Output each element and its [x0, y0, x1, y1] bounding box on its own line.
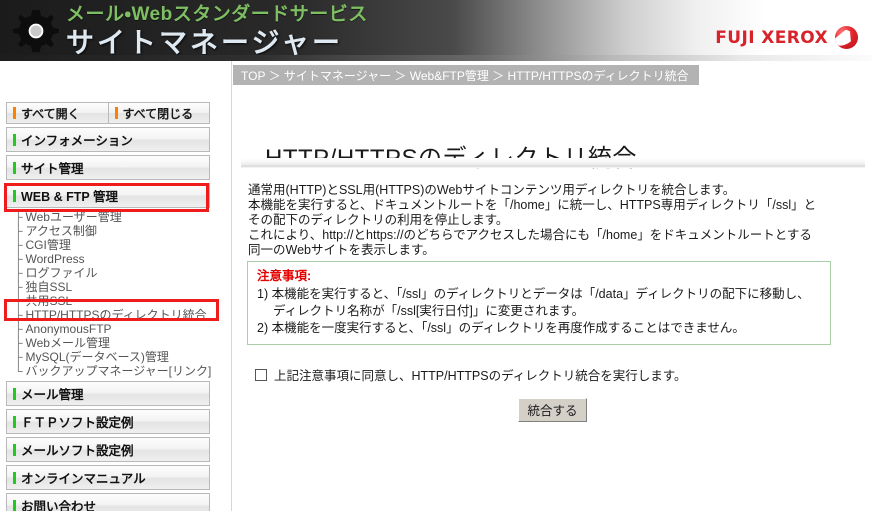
- expand-all-label: すべて開く: [21, 106, 80, 121]
- page-root: メール・Webスタンダードサービス サイトマネージャー FUJI XEROX す…: [0, 0, 872, 511]
- submit-row: 統合する: [233, 398, 872, 422]
- tree-branch-icon: ├: [14, 224, 23, 238]
- sidebar-item-web-ftp-management[interactable]: WEB & FTP 管理: [6, 183, 210, 208]
- sidebar-subitem-label: MySQL(データベース)管理: [25, 350, 169, 364]
- sidebar-subitem-logfile[interactable]: ├ ログファイル: [14, 266, 210, 280]
- sidebar-item-label: インフォメーション: [21, 134, 133, 148]
- tree-branch-icon: ├: [14, 322, 23, 336]
- notice-line: 1) 本機能を実行すると、「/ssl」のディレクトリとデータは「/data」ディ…: [257, 287, 810, 301]
- sidebar-nav: すべて開く すべて閉じる インフォメーション サイト管理 WEB & FTP 管…: [6, 102, 212, 511]
- sidebar-item-label: WEB & FTP 管理: [21, 190, 118, 204]
- sidebar-subitem-access-control[interactable]: ├ アクセス制御: [14, 224, 210, 238]
- sidebar-subitem-label: アクセス制御: [25, 224, 97, 238]
- bullet-bar-icon: [13, 189, 16, 202]
- agree-label: 上記注意事項に同意し、HTTP/HTTPSのディレクトリ統合を実行します。: [274, 369, 687, 383]
- sidebar-subitem-anonymous-ftp[interactable]: ├ AnonymousFTP: [14, 322, 210, 336]
- brand-subtitle: メール・Webスタンダードサービス: [66, 4, 368, 25]
- sidebar-item-site-management[interactable]: サイト管理: [6, 155, 210, 180]
- bullet-bar-icon: [13, 443, 16, 456]
- sidebar-item-label: オンラインマニュアル: [21, 472, 146, 486]
- tree-branch-icon: ├: [14, 294, 23, 308]
- sidebar-item-contact[interactable]: お問い合わせ: [6, 493, 210, 511]
- sidebar-toggle-row: すべて開く すべて閉じる: [6, 102, 210, 124]
- collapse-all-button[interactable]: すべて閉じる: [108, 102, 210, 124]
- sidebar-subitem-label: WordPress: [25, 252, 85, 266]
- bullet-bar-icon: [13, 133, 16, 146]
- collapse-all-label: すべて閉じる: [122, 106, 194, 121]
- site-header: メール・Webスタンダードサービス サイトマネージャー FUJI XEROX: [0, 0, 872, 61]
- sidebar-subitem-label: CGI管理: [25, 238, 71, 252]
- bullet-bar-icon: [13, 387, 16, 400]
- sidebar-item-label: メールソフト設定例: [21, 444, 134, 458]
- tree-branch-icon: ├: [14, 252, 23, 266]
- notice-title: 注意事項:: [257, 269, 312, 283]
- sidebar-subitem-label: Webメール管理: [25, 336, 110, 350]
- bullet-bar-icon: [13, 471, 16, 484]
- expand-all-button[interactable]: すべて開く: [6, 102, 109, 124]
- fuji-xerox-logo: FUJI XEROX: [715, 26, 858, 49]
- bullet-bar-icon: [114, 107, 118, 119]
- sidebar-item-label: お問い合わせ: [21, 500, 97, 511]
- description-line: 本機能を実行すると、ドキュメントルートを「/home」に統一し、HTTPS専用デ…: [248, 198, 817, 212]
- description-line: 同一のWebサイトを表示します。: [248, 243, 435, 257]
- sidebar-subitem-label: バックアップマネージャー[リンク]: [25, 364, 212, 378]
- tree-branch-icon: ├: [14, 350, 23, 364]
- sidebar-subitem-label: HTTP/HTTPSのディレクトリ統合: [25, 308, 207, 322]
- xerox-ball-icon: [835, 26, 858, 49]
- sidebar-subitem-label: ログファイル: [25, 266, 98, 280]
- gear-icon: [13, 9, 59, 53]
- description-line: これにより、http://とhttps://のどちらでアクセスした場合にも「/h…: [248, 228, 812, 242]
- fuji-xerox-wordmark: FUJI XEROX: [715, 27, 828, 48]
- sidebar-subitem-label: 独自SSL: [25, 280, 73, 294]
- sidebar-submenu-web-ftp: ├ Webユーザー管理 ├ アクセス制御 ├ CGI管理 ├ WordPress ├ ログ…: [6, 210, 212, 378]
- sidebar-subitem-label: 共用SSL: [25, 294, 73, 308]
- agree-checkbox-row[interactable]: 上記注意事項に同意し、HTTP/HTTPSのディレクトリ統合を実行します。: [255, 365, 686, 384]
- sidebar-subitem-web-user[interactable]: ├ Webユーザー管理: [14, 210, 210, 224]
- tree-branch-icon: ├: [14, 336, 23, 350]
- sidebar-subitem-label: AnonymousFTP: [25, 322, 112, 336]
- sidebar-subitem-mysql[interactable]: ├ MySQL(データベース)管理: [14, 350, 210, 364]
- sidebar-subitem-cgi[interactable]: ├ CGI管理: [14, 238, 210, 252]
- sidebar-column: すべて開く すべて閉じる インフォメーション サイト管理 WEB & FTP 管…: [0, 61, 232, 511]
- brand-block: メール・Webスタンダードサービス サイトマネージャー: [66, 3, 368, 60]
- sidebar-item-label: ＦＴＰソフト設定例: [21, 416, 134, 430]
- description-line: 通常用(HTTP)とSSL用(HTTPS)のWebサイトコンテンツ用ディレクトリ…: [248, 183, 736, 197]
- sidebar-subitem-shared-ssl[interactable]: ├ 共用SSL: [14, 294, 210, 308]
- bullet-bar-icon: [13, 161, 16, 174]
- sidebar-subitem-http-https-merge[interactable]: ├ HTTP/HTTPSのディレクトリ統合: [14, 308, 210, 322]
- tree-branch-icon: ├: [14, 266, 23, 280]
- sidebar-subitem-wordpress[interactable]: ├ WordPress: [14, 252, 210, 266]
- breadcrumb: TOP ＞ サイトマネージャー ＞ Web&FTP管理 ＞ HTTP/HTTPS…: [233, 65, 699, 85]
- bullet-bar-icon: [13, 499, 16, 511]
- sidebar-subitem-own-ssl[interactable]: ├ 独自SSL: [14, 280, 210, 294]
- tree-branch-icon: ├: [14, 238, 23, 252]
- sidebar-subitem-webmail[interactable]: ├ Webメール管理: [14, 336, 210, 350]
- title-divider: [241, 158, 865, 168]
- sidebar-subitem-label: Webユーザー管理: [25, 210, 122, 224]
- sidebar-item-ftp-software-examples[interactable]: ＦＴＰソフト設定例: [6, 409, 210, 434]
- page-description: 通常用(HTTP)とSSL用(HTTPS)のWebサイトコンテンツ用ディレクトリ…: [248, 183, 848, 258]
- sidebar-item-mail-software-examples[interactable]: メールソフト設定例: [6, 437, 210, 462]
- tree-branch-icon: └: [14, 364, 23, 378]
- sidebar-item-label: サイト管理: [21, 162, 84, 176]
- tree-branch-icon: ├: [14, 308, 23, 322]
- notice-line: 2) 本機能を一度実行すると、「/ssl」のディレクトリを再度作成することはでき…: [257, 321, 745, 335]
- notice-box: 注意事項: 1) 本機能を実行すると、「/ssl」のディレクトリとデータは「/d…: [247, 261, 831, 345]
- description-line: その配下のディレクトリの利用を停止します。: [248, 213, 509, 227]
- sidebar-item-online-manual[interactable]: オンラインマニュアル: [6, 465, 210, 490]
- sidebar-item-mail-management[interactable]: メール管理: [6, 381, 210, 406]
- sidebar-item-label: メール管理: [21, 388, 84, 402]
- sidebar-subitem-backup-manager[interactable]: └ バックアップマネージャー[リンク]: [14, 364, 212, 378]
- agree-checkbox[interactable]: [255, 368, 267, 381]
- tree-branch-icon: ├: [14, 210, 23, 224]
- bullet-bar-icon: [13, 415, 16, 428]
- main-content: TOP ＞ サイトマネージャー ＞ Web&FTP管理 ＞ HTTP/HTTPS…: [233, 61, 872, 511]
- merge-submit-button[interactable]: 統合する: [518, 398, 587, 422]
- bullet-bar-icon: [13, 107, 16, 119]
- sidebar-item-information[interactable]: インフォメーション: [6, 127, 210, 152]
- tree-branch-icon: ├: [14, 280, 23, 294]
- notice-line: ディレクトリ名称が「/ssl[実行日付]」に変更されます。: [273, 304, 585, 318]
